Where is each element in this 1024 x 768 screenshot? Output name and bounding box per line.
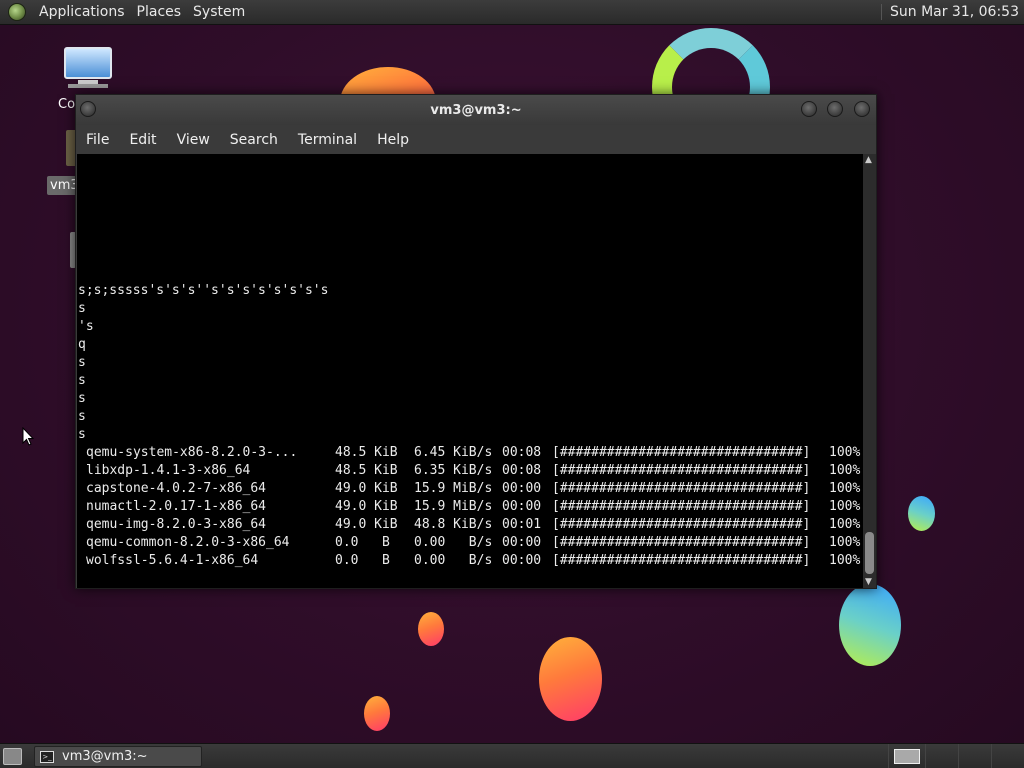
output-line: q [78, 337, 86, 352]
maximize-button[interactable] [827, 101, 843, 117]
window-title: vm3@vm3:~ [430, 102, 522, 118]
scroll-down-arrow-icon[interactable]: ▼ [865, 577, 872, 587]
places-menu[interactable]: Places [132, 4, 187, 20]
download-progress-bar: [###############################] [552, 463, 811, 478]
terminal-window[interactable]: vm3@vm3:~ File Edit View Search Terminal… [75, 94, 877, 589]
output-line: s;s;sssss's's's''s's's's's's's's [78, 283, 329, 298]
scrollbar[interactable]: ▲ ▼ [863, 154, 876, 588]
download-percent: 100% [829, 445, 861, 460]
scroll-up-arrow-icon[interactable]: ▲ [865, 155, 872, 165]
minimize-button[interactable] [801, 101, 817, 117]
wallpaper-blob [418, 612, 444, 646]
terminal-output[interactable]: s;s;sssss's's's''s's's's's's's's s 's q … [77, 154, 863, 588]
menu-help[interactable]: Help [369, 132, 417, 148]
download-percent: 100% [829, 499, 861, 514]
download-progress-bar: [###############################] [552, 499, 811, 514]
download-time: 00:08 [502, 445, 542, 460]
wallpaper-blob [908, 496, 935, 531]
close-button[interactable] [854, 101, 870, 117]
wallpaper-blob [364, 696, 390, 731]
download-time: 00:08 [502, 463, 542, 478]
download-percent: 100% [829, 535, 861, 550]
download-percent: 100% [829, 517, 861, 532]
workspace-1[interactable] [894, 749, 920, 764]
workspace-4[interactable] [991, 744, 1023, 768]
download-name: wolfssl-5.6.4-1-x86_64 [86, 553, 259, 568]
scroll-thumb[interactable] [865, 532, 874, 574]
output-line: s [78, 355, 86, 370]
download-percent: 100% [829, 463, 861, 478]
taskbar-item-label: vm3@vm3:~ [62, 749, 148, 764]
download-rate: 6.45 KiB/s [414, 445, 493, 460]
download-name: libxdp-1.4.1-3-x86_64 [86, 463, 251, 478]
monitor-base [68, 84, 108, 88]
download-size: 0.0 B [335, 553, 390, 568]
system-menu[interactable]: System [188, 4, 250, 20]
output-line: s [78, 301, 86, 316]
download-name: capstone-4.0.2-7-x86_64 [86, 481, 267, 496]
title-bar[interactable]: vm3@vm3:~ [76, 95, 876, 125]
output-line: s [78, 427, 86, 442]
menu-file[interactable]: File [78, 132, 117, 148]
menu-view[interactable]: View [169, 132, 218, 148]
download-name: qemu-system-x86-8.2.0-3-... [86, 445, 298, 460]
download-size: 49.0 KiB [335, 499, 398, 514]
show-desktop-icon[interactable] [3, 748, 22, 765]
output-line: 's [78, 319, 94, 334]
download-time: 00:00 [502, 499, 542, 514]
terminal-icon: >_ [40, 750, 54, 763]
applications-menu[interactable]: Applications [34, 4, 130, 20]
download-time: 00:00 [502, 553, 542, 568]
download-percent: 100% [829, 553, 861, 568]
download-progress-bar: [###############################] [552, 535, 811, 550]
download-rate: 0.00 B/s [414, 553, 493, 568]
download-time: 00:01 [502, 517, 542, 532]
mouse-pointer-icon [22, 427, 34, 446]
window-menu-button[interactable] [80, 101, 96, 117]
download-size: 49.0 KiB [335, 481, 398, 496]
download-progress-bar: [###############################] [552, 481, 811, 496]
download-progress-bar: [###############################] [552, 517, 811, 532]
output-line: s [78, 391, 86, 406]
download-rate: 48.8 KiB/s [414, 517, 493, 532]
download-rate: 6.35 KiB/s [414, 463, 493, 478]
download-size: 0.0 B [335, 535, 390, 550]
output-line: s [78, 373, 86, 388]
taskbar-item-terminal[interactable]: >_ vm3@vm3:~ [34, 746, 202, 767]
monitor-screen [64, 47, 112, 79]
download-name: numactl-2.0.17-1-x86_64 [86, 499, 267, 514]
download-rate: 0.00 B/s [414, 535, 493, 550]
download-rate: 15.9 MiB/s [414, 481, 493, 496]
download-size: 48.5 KiB [335, 463, 398, 478]
bottom-panel: >_ vm3@vm3:~ [0, 743, 1024, 768]
output-line: s [78, 409, 86, 424]
distro-logo-icon[interactable] [8, 3, 26, 21]
workspace-3[interactable] [958, 744, 990, 768]
download-size: 49.0 KiB [335, 517, 398, 532]
menu-terminal[interactable]: Terminal [290, 132, 365, 148]
download-rate: 15.9 MiB/s [414, 499, 493, 514]
wallpaper-blob [839, 584, 901, 666]
download-progress-bar: [###############################] [552, 445, 811, 460]
computer-icon-label[interactable]: Co [58, 97, 75, 112]
download-name: qemu-img-8.2.0-3-x86_64 [86, 517, 267, 532]
download-percent: 100% [829, 481, 861, 496]
top-panel: Applications Places System Sun Mar 31, 0… [0, 0, 1024, 25]
download-time: 00:00 [502, 481, 542, 496]
menu-search[interactable]: Search [222, 132, 286, 148]
menu-bar: File Edit View Search Terminal Help [76, 125, 876, 154]
menu-edit[interactable]: Edit [121, 132, 164, 148]
computer-icon[interactable] [64, 47, 112, 91]
download-name: qemu-common-8.2.0-3-x86_64 [86, 535, 290, 550]
wallpaper-blob [539, 637, 602, 721]
download-time: 00:00 [502, 535, 542, 550]
clock[interactable]: Sun Mar 31, 06:53 [880, 4, 1024, 20]
workspace-2[interactable] [925, 744, 957, 768]
download-progress-bar: [###############################] [552, 553, 811, 568]
download-size: 48.5 KiB [335, 445, 398, 460]
